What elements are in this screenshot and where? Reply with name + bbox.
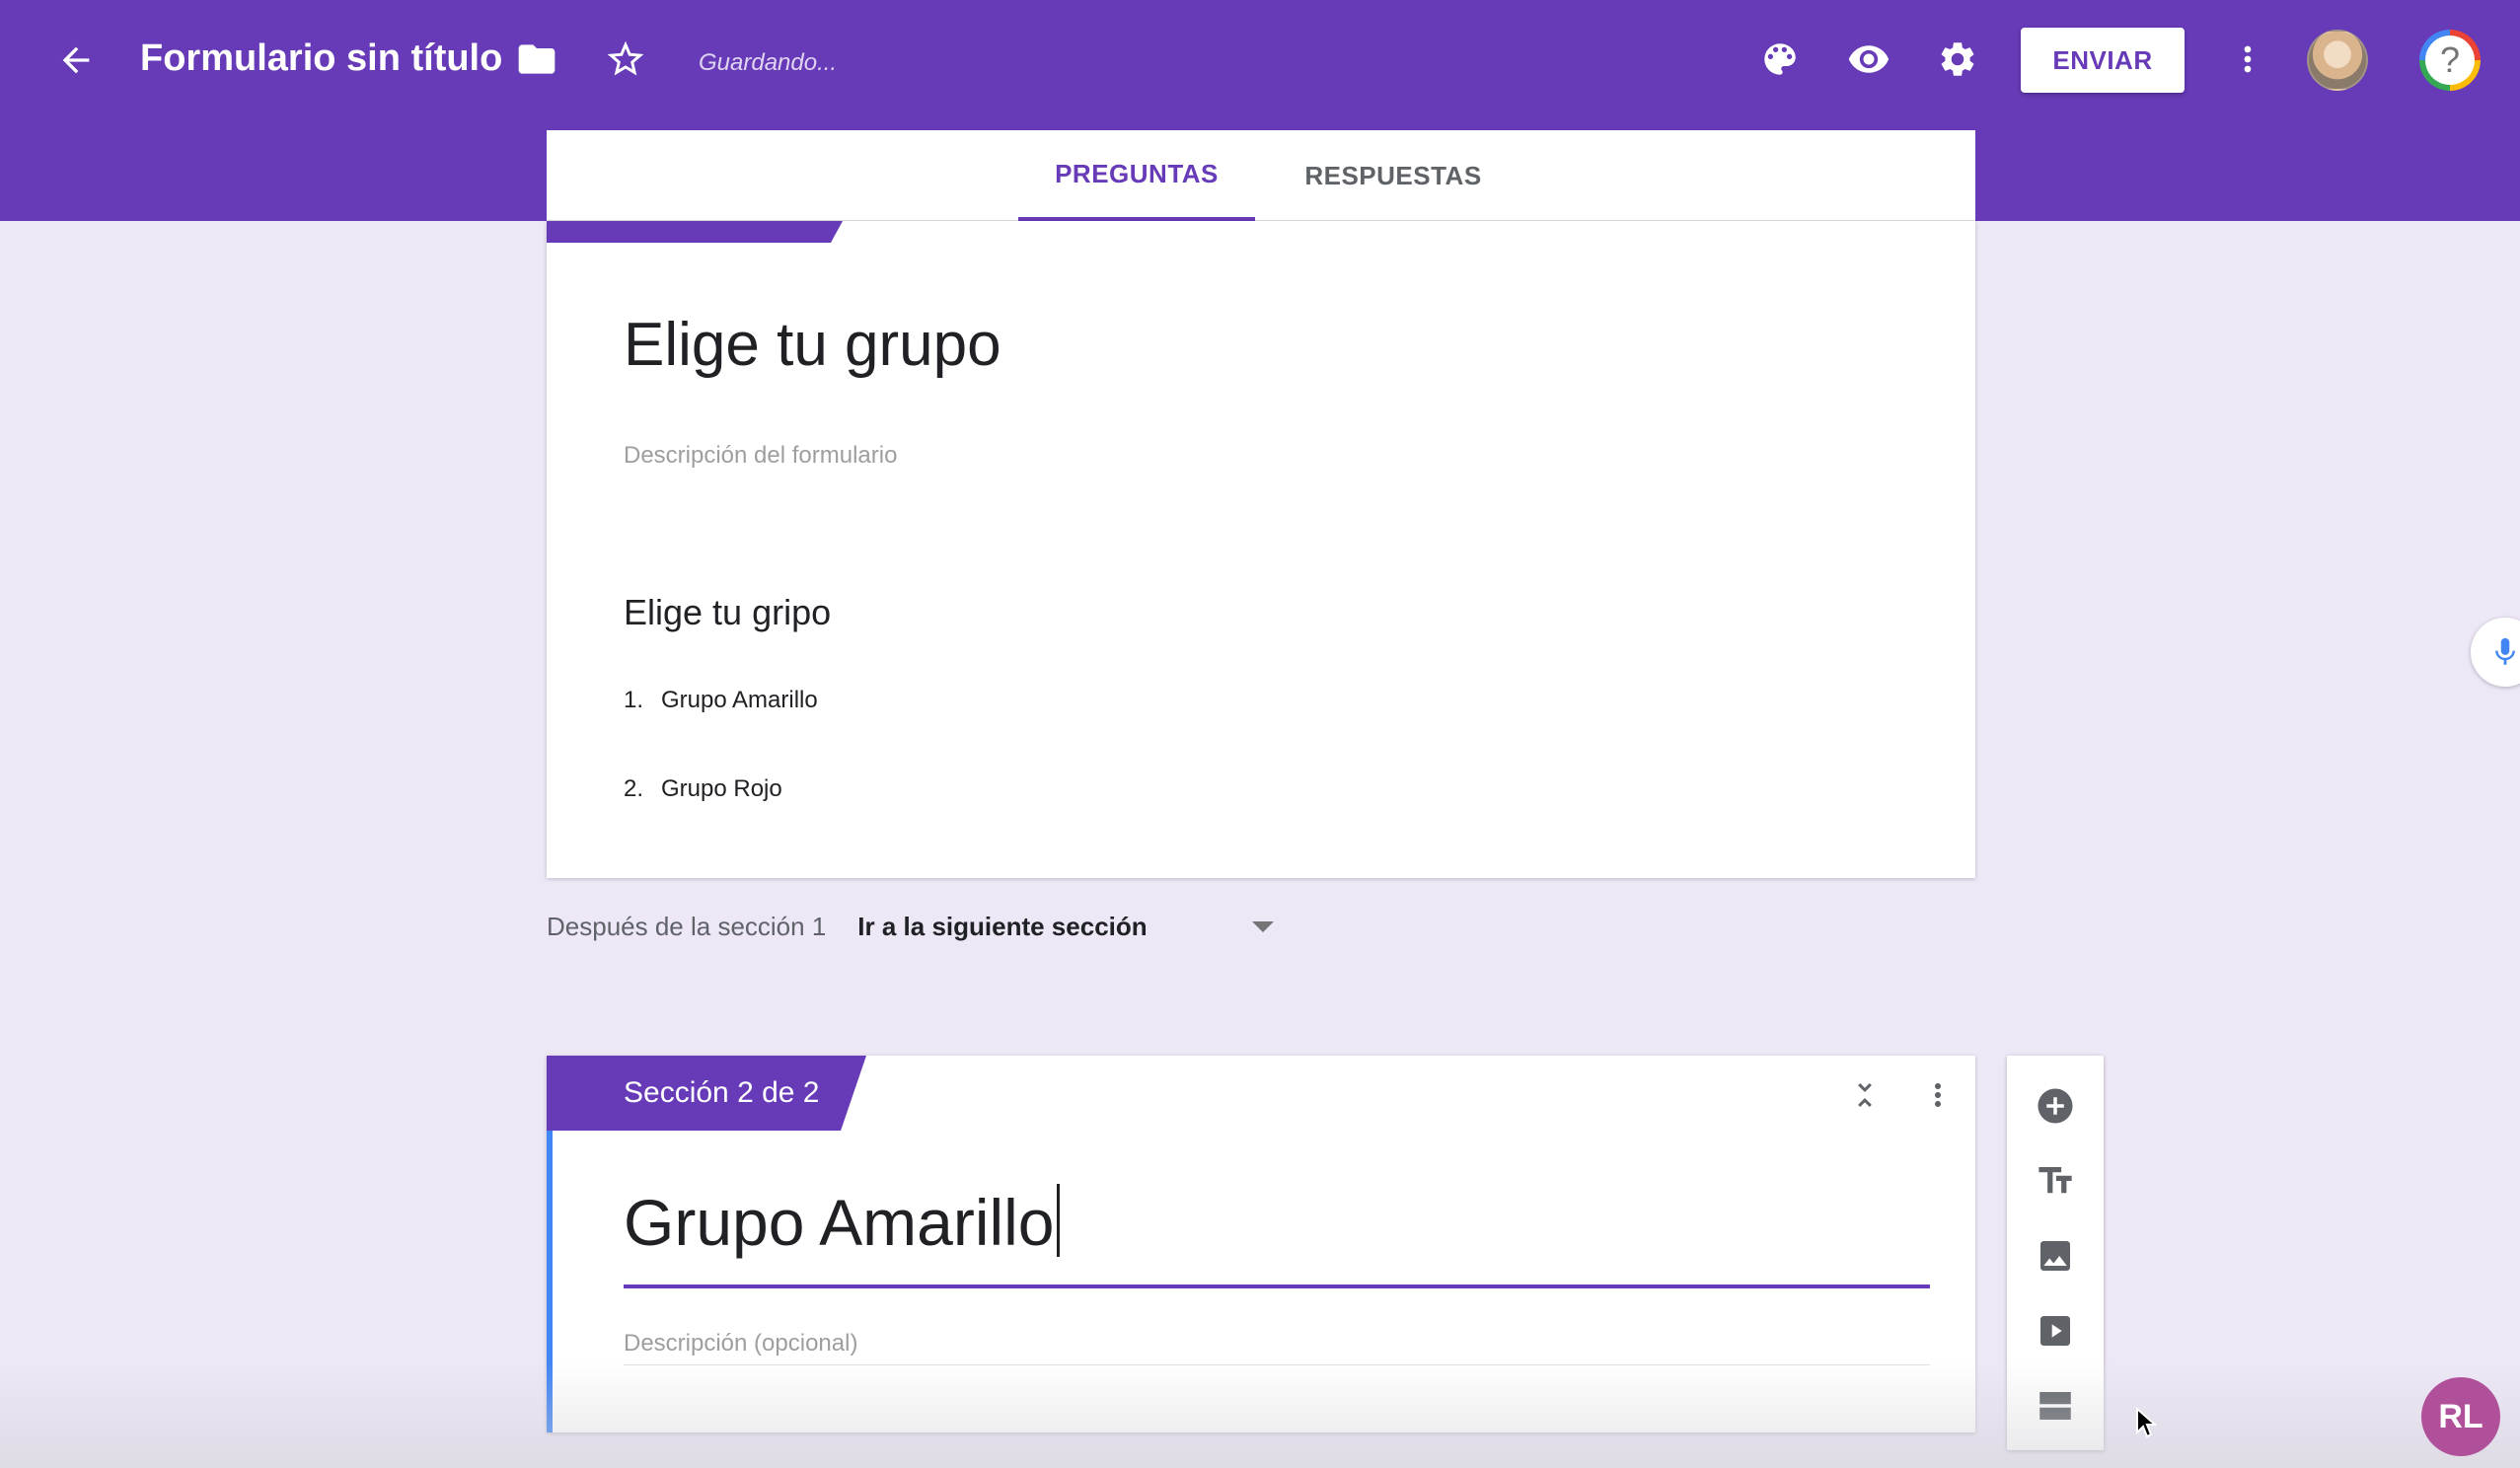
list-item: 1. Grupo Amarillo [624, 687, 818, 714]
more-vert-icon[interactable] [2226, 37, 2269, 81]
text-caret [1056, 1184, 1060, 1257]
form-heading[interactable]: Elige tu grupo [624, 310, 1001, 380]
after-section-label: Después de la sección 1 [547, 912, 827, 941]
top-toolbar: Formulario sin título Guardando... ENVIA… [0, 0, 2520, 122]
avatar[interactable] [2307, 30, 2368, 91]
watermark-logo: RL [2421, 1377, 2500, 1456]
title-underline [624, 1284, 1930, 1288]
question-title[interactable]: Elige tu gripo [624, 592, 831, 633]
section-title-input[interactable]: Grupo Amarillo [624, 1184, 1060, 1260]
tab-respuestas[interactable]: RESPUESTAS [1275, 130, 1512, 221]
form-description-field[interactable]: Descripción del formulario [624, 442, 897, 470]
list-number: 2. [624, 775, 644, 802]
list-item: 2. Grupo Rojo [624, 775, 782, 803]
tab-preguntas[interactable]: PREGUNTAS [1018, 130, 1255, 221]
add-video-icon[interactable] [2007, 1296, 2104, 1365]
option-label: Grupo Rojo [661, 775, 782, 802]
add-section-icon[interactable] [2007, 1371, 2104, 1440]
mouse-cursor-icon [2135, 1406, 2158, 1443]
collapse-icon[interactable] [1843, 1073, 1887, 1117]
form-title[interactable]: Formulario sin título [140, 37, 502, 80]
folder-icon[interactable] [515, 37, 558, 81]
add-question-icon[interactable] [2007, 1071, 2104, 1140]
section-1-card: Elige tu grupo Descripción del formulari… [547, 221, 1975, 878]
option-label: Grupo Amarillo [661, 687, 818, 713]
microphone-icon[interactable] [2471, 618, 2520, 687]
description-underline [624, 1364, 1930, 1365]
dropdown-arrow-icon[interactable] [1252, 921, 1275, 932]
section-badge: Sección 2 de 2 [547, 1056, 866, 1131]
section-1-header-strip [547, 221, 843, 243]
list-number: 1. [624, 687, 644, 713]
section-title-text: Grupo Amarillo [624, 1186, 1055, 1259]
tab-bar: PREGUNTAS RESPUESTAS [547, 130, 1975, 221]
add-title-icon[interactable] [2007, 1146, 2104, 1215]
saving-status: Guardando... [699, 49, 838, 76]
after-section-navigation: Después de la sección 1 Ir a la siguient… [547, 912, 1275, 942]
section-2-card: Sección 2 de 2 Grupo Amarillo Descripció… [547, 1056, 1975, 1432]
section-more-vert-icon[interactable] [1916, 1073, 1960, 1117]
floating-toolbar [2007, 1056, 2104, 1450]
send-button[interactable]: ENVIAR [2021, 28, 2185, 93]
help-icon[interactable]: ? [2419, 30, 2481, 91]
gear-icon[interactable] [1936, 37, 1979, 81]
back-arrow-icon[interactable] [51, 36, 101, 85]
eye-icon[interactable] [1847, 37, 1890, 81]
star-icon[interactable] [604, 37, 647, 81]
palette-icon[interactable] [1758, 37, 1802, 81]
add-image-icon[interactable] [2007, 1221, 2104, 1290]
section-description-field[interactable]: Descripción (opcional) [624, 1330, 857, 1358]
after-section-select[interactable]: Ir a la siguiente sección [857, 912, 1252, 942]
